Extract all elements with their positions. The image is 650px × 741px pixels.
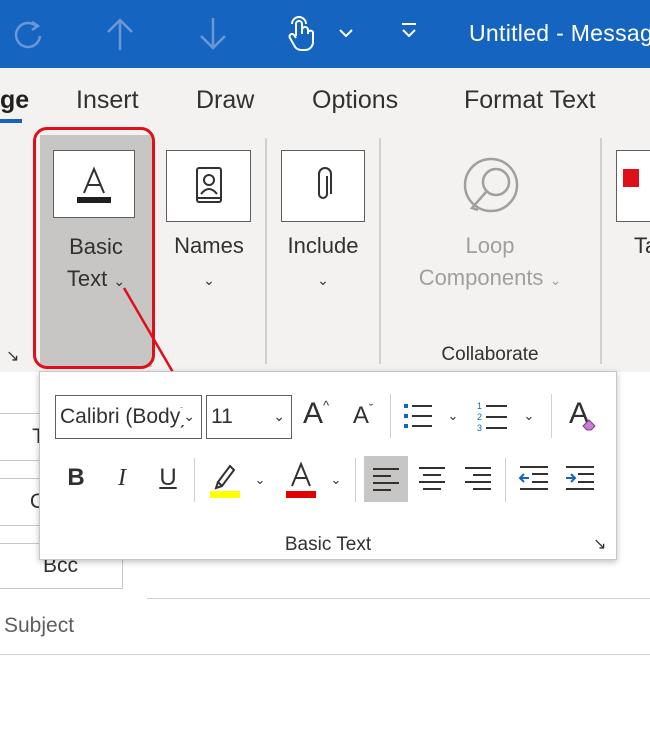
- up-arrow-icon[interactable]: [100, 14, 140, 54]
- align-right-button[interactable]: [458, 456, 498, 500]
- ribbon-tabs: ge Insert Draw Options Format Text: [0, 68, 650, 130]
- bcc-field-underline: [147, 598, 650, 599]
- numbered-list-icon: 123: [477, 401, 507, 433]
- italic-icon: I: [118, 464, 126, 491]
- chevron-down-icon: ⌄: [203, 272, 215, 288]
- chevron-down-icon[interactable]: ⌄: [446, 394, 460, 438]
- subject-input[interactable]: Subject: [4, 614, 74, 638]
- underline-icon: U: [159, 464, 177, 491]
- ribbon: Basic Text ⌄ ↘ Names ⌄ Include ⌄ Loop Co…: [0, 127, 650, 372]
- eraser-icon: [582, 419, 596, 431]
- address-book-icon: [166, 150, 251, 222]
- align-left-icon: [373, 468, 399, 491]
- separator: [355, 458, 356, 502]
- chevron-down-icon[interactable]: ⌄: [253, 458, 267, 502]
- decrease-indent-icon: [518, 466, 548, 490]
- names-button[interactable]: Names ⌄: [166, 150, 252, 300]
- decrease-indent-button[interactable]: [514, 456, 554, 500]
- align-center-button[interactable]: [412, 456, 452, 500]
- shrink-font-icon: A: [352, 402, 369, 429]
- bullet-list-icon: [404, 404, 432, 428]
- grow-font-button[interactable]: A ^: [296, 392, 336, 436]
- customize-toolbar-icon[interactable]: [389, 14, 416, 54]
- tab-options[interactable]: Options: [312, 86, 398, 115]
- loop-label-line1: Loop: [465, 233, 515, 258]
- font-size-combo[interactable]: 11 ⌄: [206, 395, 292, 439]
- separator: [505, 458, 506, 502]
- loop-label-text: Components: [418, 265, 544, 290]
- selected-tab-indicator: [0, 119, 22, 123]
- down-arrow-icon[interactable]: [193, 14, 233, 54]
- chevron-down-icon: ⌄: [317, 272, 329, 288]
- shrink-font-button[interactable]: Aˇ: [343, 394, 383, 438]
- increase-indent-button[interactable]: [560, 456, 600, 500]
- font-size-value: 11: [211, 405, 233, 428]
- bold-button[interactable]: B: [56, 456, 96, 500]
- font-name-value: Calibri (Body): [60, 405, 188, 428]
- numbering-button[interactable]: 123: [472, 394, 512, 438]
- separator: [551, 394, 552, 438]
- subject-underline: [0, 654, 650, 655]
- bold-icon: B: [67, 464, 85, 491]
- svg-text:1: 1: [477, 401, 482, 411]
- include-label: Include: [287, 233, 359, 258]
- caret-up-icon: ^: [322, 397, 330, 413]
- highlight-annotation: [33, 127, 155, 369]
- separator: [390, 394, 391, 438]
- clear-formatting-button[interactable]: A: [559, 392, 599, 436]
- paperclip-icon: [281, 150, 365, 222]
- chevron-down-icon: ⌄: [549, 272, 562, 288]
- touch-mode-icon[interactable]: [282, 14, 322, 54]
- caret-down-icon: ˇ: [368, 400, 374, 416]
- increase-indent-icon: [566, 466, 594, 490]
- tab-insert[interactable]: Insert: [76, 86, 139, 115]
- svg-text:3: 3: [477, 423, 482, 433]
- loop-components-button[interactable]: Loop Components ⌄: [400, 150, 580, 300]
- popup-group-label: Basic Text: [284, 534, 372, 555]
- dialog-launcher-icon[interactable]: ↘: [593, 534, 606, 554]
- partial-next-button[interactable]: [616, 150, 650, 222]
- redo-icon[interactable]: [8, 14, 48, 54]
- basic-text-popup: Calibri (Body) ⌄ 11 ⌄ A ^ Aˇ ⌄ 123 ⌄ A B …: [39, 371, 617, 560]
- separator: [194, 458, 195, 502]
- tab-format-text[interactable]: Format Text: [464, 86, 596, 115]
- grow-font-icon: A: [302, 397, 323, 430]
- highlighter-icon: [210, 464, 240, 498]
- svg-text:2: 2: [477, 412, 482, 422]
- window-title: Untitled - Message: [469, 20, 650, 46]
- names-label: Names: [174, 233, 244, 258]
- flag-icon: [623, 169, 639, 187]
- loop-label-line2: Components ⌄: [400, 262, 580, 296]
- align-left-button[interactable]: [364, 456, 408, 502]
- include-button[interactable]: Include ⌄: [281, 150, 367, 300]
- partial-next-label: Ta: [634, 233, 650, 258]
- font-color-icon: [286, 461, 316, 498]
- chevron-down-icon: ⌄: [273, 408, 285, 424]
- chevron-down-icon: ⌄: [181, 408, 195, 425]
- loop-icon: [458, 152, 524, 224]
- tab-message[interactable]: ge: [0, 86, 29, 115]
- bullets-button[interactable]: [398, 394, 438, 438]
- highlight-button[interactable]: [205, 456, 245, 500]
- italic-button[interactable]: I: [102, 456, 142, 500]
- font-color-button[interactable]: [281, 456, 321, 500]
- title-bar: Untitled - Message: [0, 0, 650, 68]
- underline-button[interactable]: U: [148, 456, 188, 500]
- chevron-down-icon[interactable]: [326, 14, 353, 54]
- group-separator: [600, 138, 602, 364]
- group-label-collaborate: Collaborate: [441, 344, 539, 365]
- chevron-down-icon[interactable]: ⌄: [329, 458, 343, 502]
- align-right-icon: [465, 467, 491, 490]
- dialog-launcher-icon[interactable]: ↘: [6, 346, 19, 366]
- group-separator: [379, 138, 381, 364]
- tab-draw[interactable]: Draw: [196, 86, 254, 115]
- group-separator: [265, 138, 267, 364]
- align-center-icon: [419, 467, 445, 490]
- font-name-combo[interactable]: Calibri (Body) ⌄: [55, 395, 202, 439]
- chevron-down-icon[interactable]: ⌄: [522, 394, 536, 438]
